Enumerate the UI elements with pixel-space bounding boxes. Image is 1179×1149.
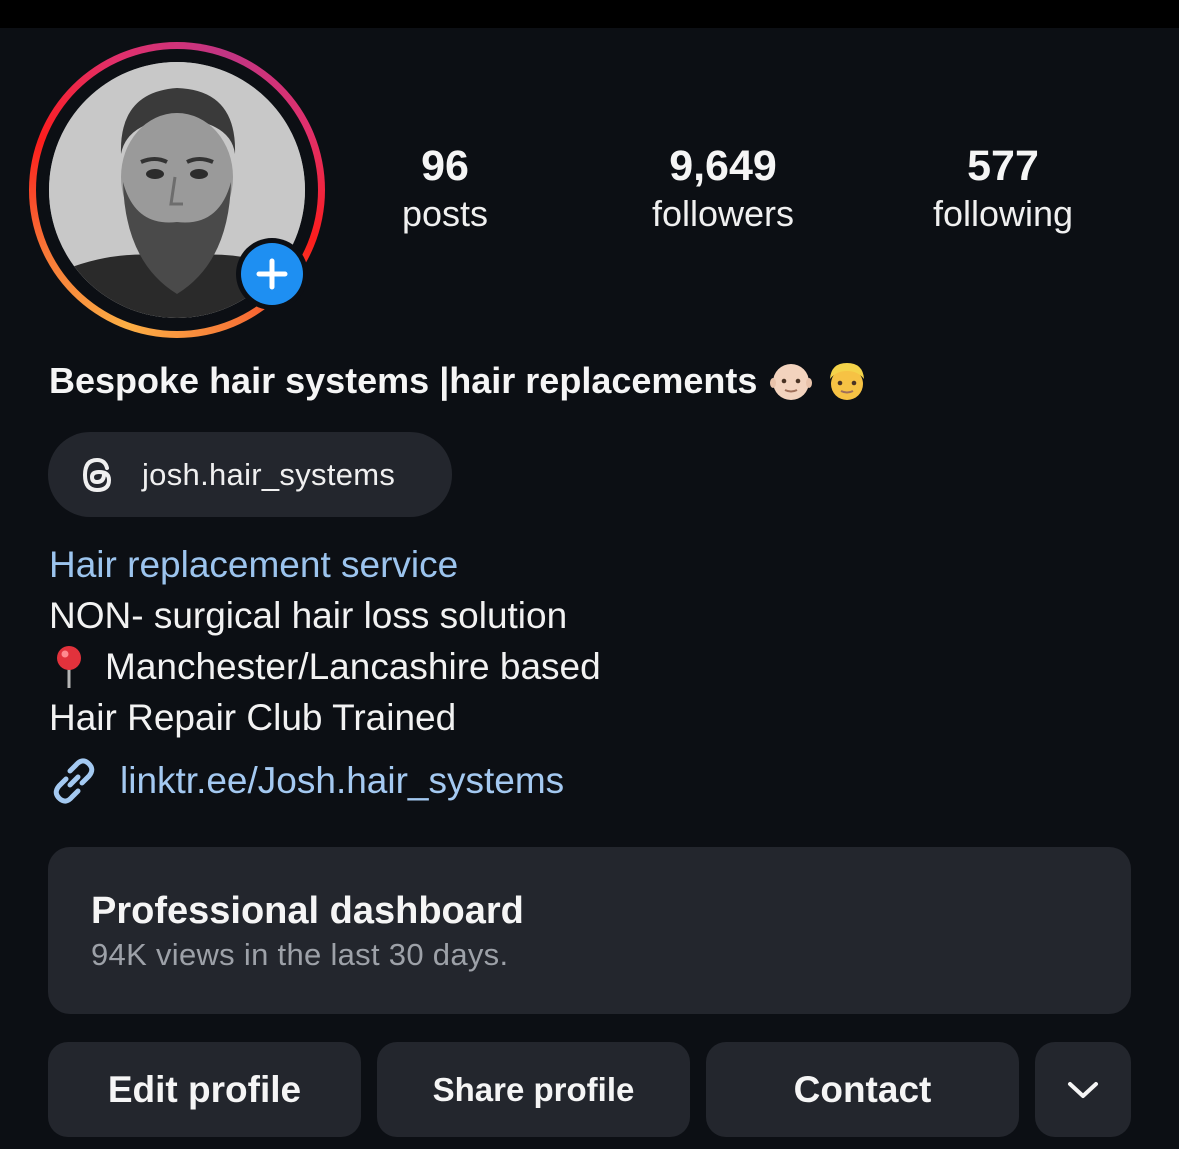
profile-bio: Hair replacement service NON- surgical h… [49, 539, 601, 743]
professional-dashboard-card[interactable]: Professional dashboard 94K views in the … [48, 847, 1131, 1014]
more-options-button[interactable] [1035, 1042, 1131, 1137]
posts-value: 96 [421, 142, 469, 190]
add-story-button[interactable] [236, 238, 308, 310]
edit-profile-button[interactable]: Edit profile [48, 1042, 361, 1137]
bio-location-text: Manchester/Lancashire based [105, 646, 601, 687]
bio-line: Hair Repair Club Trained [49, 697, 457, 738]
followers-count[interactable]: 9,649 followers [613, 140, 833, 236]
dashboard-subtitle: 94K views in the last 30 days. [91, 937, 509, 972]
plus-icon [256, 258, 288, 290]
profile-category: Hair replacement service [49, 544, 459, 585]
following-value: 577 [967, 142, 1039, 190]
pin-emoji-icon [57, 645, 81, 688]
profile-name: Bespoke hair systems |hair replacements [49, 360, 758, 401]
bio-line: NON- surgical hair loss solution [49, 595, 568, 636]
bald-man-emoji-icon [770, 364, 813, 400]
status-bar [0, 0, 1179, 28]
blond-man-emoji-icon [830, 363, 865, 400]
share-profile-button[interactable]: Share profile [377, 1042, 690, 1137]
bio-line-location: Manchester/Lancashire based [49, 641, 601, 692]
profile-page: 96 posts 9,649 followers 577 following B… [0, 0, 1179, 1149]
following-label: following [932, 193, 1074, 234]
posts-label: posts [401, 193, 489, 234]
threads-handle: josh.hair_systems [142, 456, 396, 492]
profile-name-line: Bespoke hair systems |hair replacements [49, 356, 869, 406]
chevron-down-icon [1068, 1081, 1098, 1098]
contact-button[interactable]: Contact [706, 1042, 1019, 1137]
followers-value: 9,649 [669, 142, 777, 190]
link-icon [53, 758, 95, 804]
dashboard-title: Professional dashboard [91, 890, 524, 932]
threads-badge[interactable]: josh.hair_systems [48, 432, 452, 517]
following-count[interactable]: 577 following [893, 140, 1113, 236]
threads-icon [82, 457, 112, 492]
external-link[interactable]: linktr.ee/Josh.hair_systems [48, 755, 564, 807]
followers-label: followers [651, 193, 795, 234]
link-url: linktr.ee/Josh.hair_systems [120, 760, 565, 801]
posts-count[interactable]: 96 posts [335, 140, 555, 236]
